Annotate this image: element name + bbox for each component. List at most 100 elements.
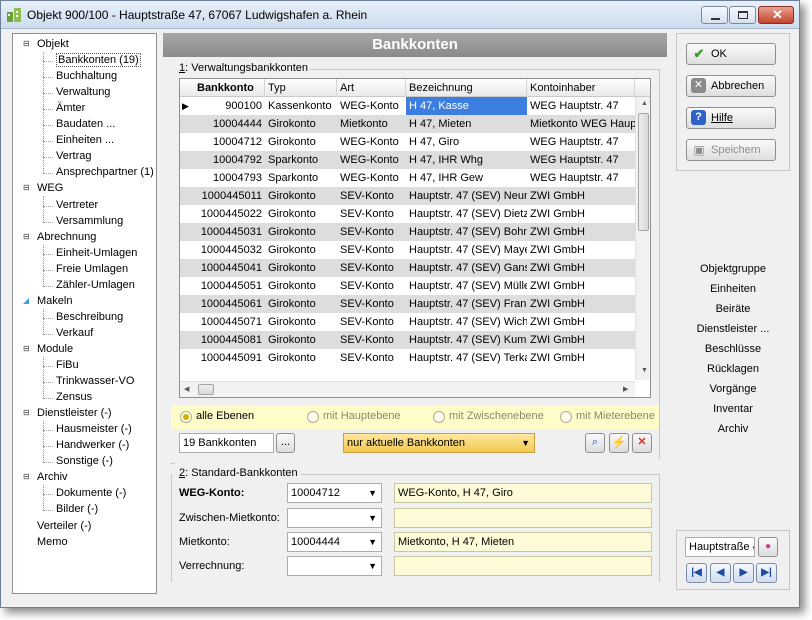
radio-mit-mieterebene-label[interactable]: mit Mieterebene — [576, 410, 655, 422]
table-cell[interactable]: 1000445022 — [194, 205, 265, 223]
table-row[interactable]: 1000445032 Girokonto SEV-Konto Hauptstr. 47… — [180, 241, 635, 259]
table-cell[interactable]: Girokonto — [265, 349, 337, 367]
tree-item[interactable]: Bankkonten (19) — [56, 53, 141, 68]
radio-alle-ebenen-label[interactable]: alle Ebenen — [196, 410, 254, 422]
tree-item[interactable]: Sonstige (-) — [56, 454, 113, 469]
table-cell[interactable]: Girokonto — [265, 205, 337, 223]
table-cell[interactable]: Girokonto — [265, 133, 337, 151]
tree-item[interactable]: Handwerker (-) — [56, 438, 129, 453]
table-cell[interactable]: 10004712 — [194, 133, 265, 151]
table-cell[interactable]: WEG-Konto — [337, 169, 406, 187]
column-header[interactable]: Art — [337, 79, 406, 97]
tree-item[interactable]: Archiv — [37, 470, 68, 485]
table-cell[interactable]: SEV-Konto — [337, 205, 406, 223]
table-cell[interactable]: H 47, Mieten — [406, 115, 527, 133]
table-cell[interactable]: ZWI GmbH — [527, 223, 635, 241]
table-cell[interactable]: SEV-Konto — [337, 241, 406, 259]
scroll-thumb[interactable] — [638, 113, 649, 231]
tree-item[interactable]: Objekt — [37, 37, 69, 52]
related-link[interactable]: Beiräte — [676, 303, 790, 315]
tree-item[interactable]: Module — [37, 342, 73, 357]
table-cell[interactable]: ZWI GmbH — [527, 313, 635, 331]
table-cell[interactable]: ZWI GmbH — [527, 241, 635, 259]
table-cell[interactable]: Mietkonto WEG Haup — [527, 115, 635, 133]
tree-item[interactable]: Memo — [37, 535, 68, 550]
table-cell[interactable]: Girokonto — [265, 187, 337, 205]
verrechnung-select[interactable]: ▼ — [287, 556, 382, 576]
tree-item[interactable]: Einheit-Umlagen — [56, 246, 137, 261]
table-cell[interactable]: WEG Hauptstr. 47 — [527, 151, 635, 169]
table-cell[interactable]: SEV-Konto — [337, 349, 406, 367]
table-cell[interactable]: Girokonto — [265, 223, 337, 241]
table-cell[interactable]: Hauptstr. 47 (SEV) Dietz — [406, 205, 527, 223]
related-link[interactable]: Objektgruppe — [676, 263, 790, 275]
radio-mit-zwischenebene[interactable] — [433, 411, 445, 423]
related-link[interactable]: Dienstleister ... — [676, 323, 790, 335]
tree-collapse-icon[interactable]: ⊟ — [23, 39, 30, 48]
tree-open-arrow-icon[interactable]: ◢ — [23, 296, 29, 305]
table-cell[interactable]: 1000445061 — [194, 295, 265, 313]
table-row[interactable]: ▶ 900100 Kassenkonto WEG-Konto H 47, Kasse WE… — [180, 97, 635, 115]
nav-last-button[interactable]: ▶| — [756, 563, 777, 583]
table-row[interactable]: 1000445031 Girokonto SEV-Konto Hauptstr. 47… — [180, 223, 635, 241]
tree-item[interactable]: Hausmeister (-) — [56, 422, 132, 437]
scroll-thumb[interactable] — [198, 384, 214, 395]
close-button[interactable]: ✕ — [758, 6, 794, 24]
tree-collapse-icon[interactable]: ⊟ — [23, 183, 30, 192]
table-row[interactable]: 1000445041 Girokonto SEV-Konto Hauptstr. 47… — [180, 259, 635, 277]
table-cell[interactable]: SEV-Konto — [337, 223, 406, 241]
table-row[interactable]: 1000445051 Girokonto SEV-Konto Hauptstr. 47… — [180, 277, 635, 295]
table-cell[interactable]: Mietkonto — [337, 115, 406, 133]
table-cell[interactable]: WEG Hauptstr. 47 — [527, 97, 635, 115]
table-cell[interactable]: Hauptstr. 47 (SEV) Terka — [406, 349, 527, 367]
tree-collapse-icon[interactable]: ⊟ — [23, 408, 30, 417]
tree-item[interactable]: Trinkwasser-VO — [56, 374, 134, 389]
table-cell[interactable]: 1000445081 — [194, 331, 265, 349]
tree-item[interactable]: Einheiten ... — [56, 133, 114, 148]
related-link[interactable]: Inventar — [676, 403, 790, 415]
tree-item[interactable]: Ämter — [56, 101, 85, 116]
radio-alle-ebenen[interactable] — [180, 411, 192, 423]
zwischen-mietkonto-select[interactable]: ▼ — [287, 508, 382, 528]
table-row[interactable]: 10004792 Sparkonto WEG-Konto H 47, IHR Whg W… — [180, 151, 635, 169]
nav-next-button[interactable]: ▶ — [733, 563, 754, 583]
tree-item[interactable]: Dokumente (-) — [56, 486, 126, 501]
table-cell[interactable]: H 47, IHR Whg — [406, 151, 527, 169]
table-cell[interactable]: ZWI GmbH — [527, 187, 635, 205]
table-cell[interactable]: WEG Hauptstr. 47 — [527, 133, 635, 151]
table-cell[interactable]: H 47, IHR Gew — [406, 169, 527, 187]
mietkonto-select[interactable]: 10004444 ▼ — [287, 532, 382, 552]
tree-item[interactable]: Vertreter — [56, 198, 98, 213]
table-cell[interactable]: ZWI GmbH — [527, 205, 635, 223]
tree-item[interactable]: Ansprechpartner (1) — [56, 165, 154, 180]
table-cell[interactable]: Girokonto — [265, 277, 337, 295]
table-cell[interactable]: Girokonto — [265, 259, 337, 277]
related-link[interactable]: Archiv — [676, 423, 790, 435]
cancel-button[interactable]: ✕ Abbrechen — [686, 75, 776, 97]
nav-first-button[interactable]: |◀ — [686, 563, 707, 583]
table-cell[interactable]: ZWI GmbH — [527, 295, 635, 313]
table-cell[interactable]: 1000445011 — [194, 187, 265, 205]
table-cell[interactable]: Hauptstr. 47 (SEV) Kumn — [406, 331, 527, 349]
table-cell[interactable]: Hauptstr. 47 (SEV) Neum — [406, 187, 527, 205]
scroll-right-icon[interactable]: ▶ — [623, 385, 628, 393]
table-cell[interactable]: 1000445071 — [194, 313, 265, 331]
tree-item[interactable]: Versammlung — [56, 214, 123, 229]
table-cell[interactable]: 1000445032 — [194, 241, 265, 259]
table-cell[interactable]: Hauptstr. 47 (SEV) Mülle — [406, 277, 527, 295]
column-header[interactable]: Bankkonto — [194, 79, 265, 97]
table-row[interactable]: 10004712 Girokonto WEG-Konto H 47, Giro WEG … — [180, 133, 635, 151]
related-link[interactable]: Vorgänge — [676, 383, 790, 395]
table-cell[interactable]: WEG-Konto — [337, 97, 406, 115]
weg-konto-select[interactable]: 10004712 ▼ — [287, 483, 382, 503]
tree-item[interactable]: Buchhaltung — [56, 69, 117, 84]
table-row[interactable]: 10004444 Girokonto Mietkonto H 47, Mieten Mi… — [180, 115, 635, 133]
table-cell[interactable]: Hauptstr. 47 (SEV) Gans — [406, 259, 527, 277]
table-cell[interactable]: Sparkonto — [265, 151, 337, 169]
tree-item[interactable]: Freie Umlagen — [56, 262, 128, 277]
tree-item[interactable]: FiBu — [56, 358, 79, 373]
table-cell[interactable]: SEV-Konto — [337, 331, 406, 349]
table-cell[interactable]: H 47, Kasse — [406, 97, 527, 115]
tree-item[interactable]: Zähler-Umlagen — [56, 278, 135, 293]
table-cell[interactable]: 1000445031 — [194, 223, 265, 241]
